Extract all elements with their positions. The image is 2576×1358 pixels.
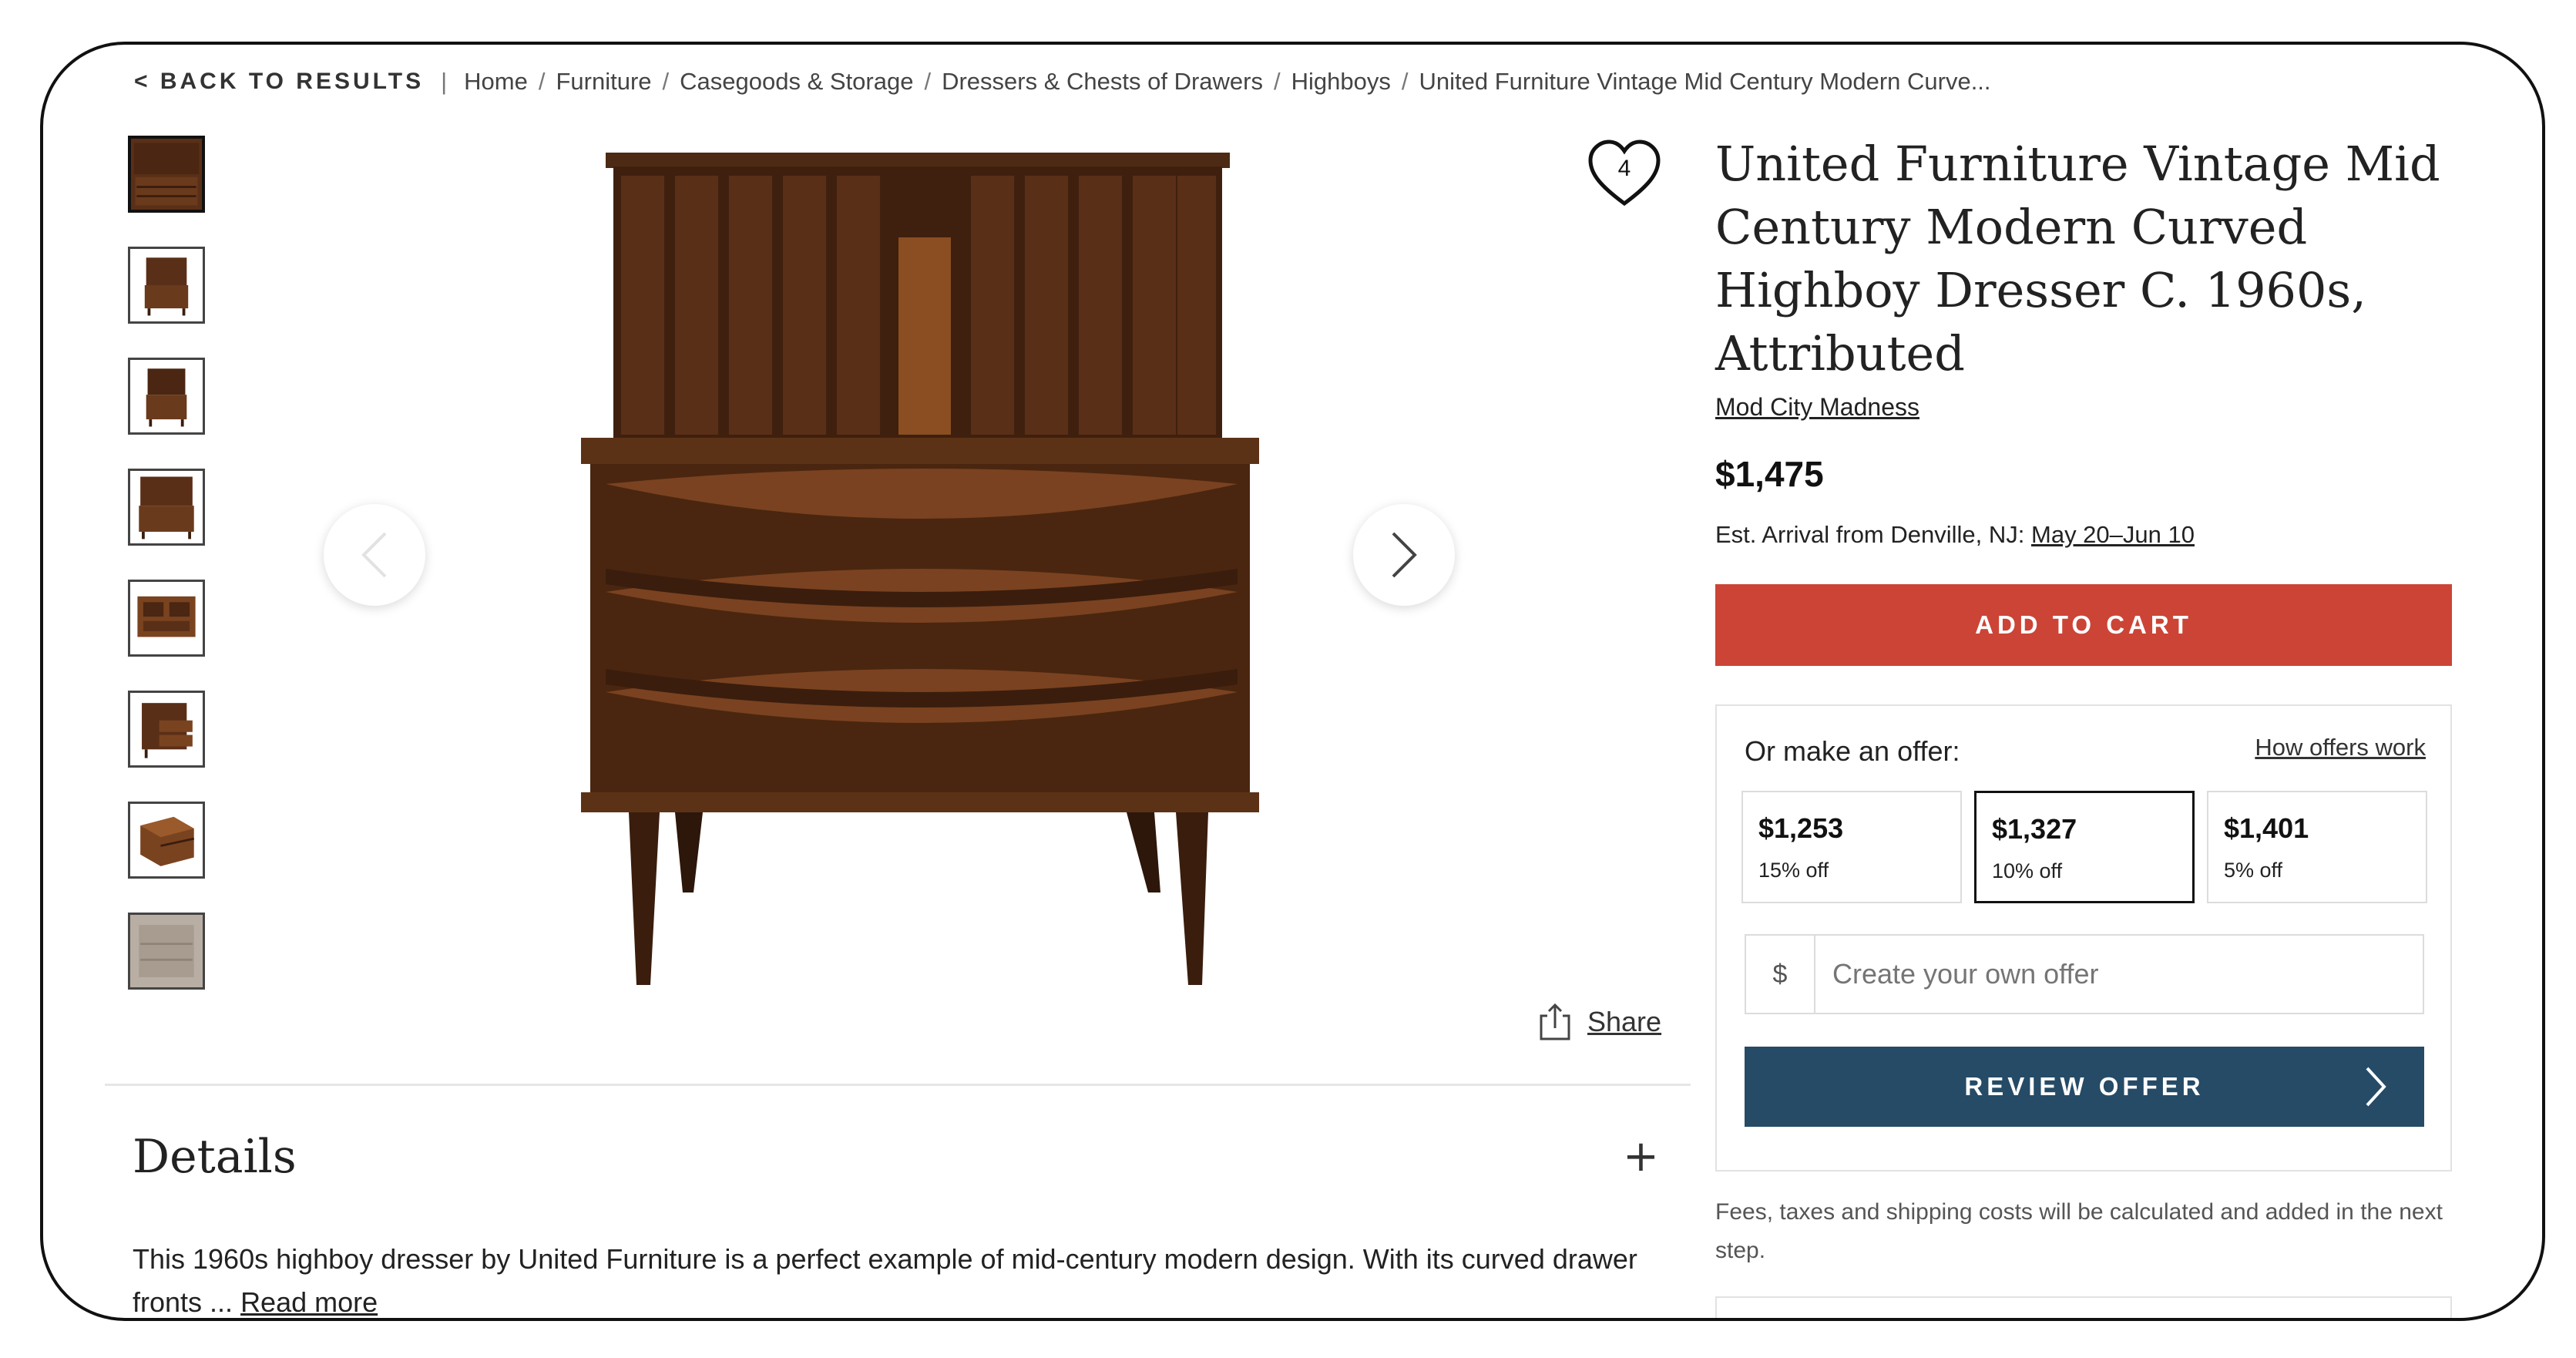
breadcrumb-casegoods[interactable]: Casegoods & Storage [680, 68, 913, 96]
review-offer-label: REVIEW OFFER [1964, 1072, 2205, 1101]
thumbnail-2[interactable] [128, 247, 205, 324]
share-label: Share [1587, 1006, 1662, 1037]
offer-amount: $1,401 [2224, 812, 2309, 844]
chevron-right-icon [2366, 1067, 2386, 1107]
chevron-right-icon [1392, 532, 1417, 578]
breadcrumb-separator: / [662, 68, 670, 95]
thumbnail-6[interactable] [128, 691, 205, 768]
favorites-count: 4 [1617, 156, 1631, 181]
offer-panel: Or make an offer: How offers work $1,253… [1715, 704, 2452, 1171]
breadcrumb-separator: / [924, 68, 932, 95]
additional-info-card [1715, 1296, 2452, 1318]
read-more-link[interactable]: Read more [240, 1286, 378, 1318]
share-button[interactable]: Share [1538, 1002, 1661, 1042]
thumbnail-8[interactable] [128, 913, 205, 990]
thumbnail-1[interactable] [128, 136, 205, 213]
offer-option-2[interactable]: $1,327 10% off [1974, 791, 2195, 903]
back-to-results-link[interactable]: < BACK TO RESULTS [134, 69, 424, 95]
dresser-thumbnail-image [137, 596, 196, 637]
breadcrumb-furniture[interactable]: Furniture [556, 68, 651, 96]
offer-option-3[interactable]: $1,401 5% off [2207, 791, 2427, 903]
dresser-thumbnail-image [130, 915, 203, 987]
main-product-image [581, 153, 1259, 985]
offer-option-1[interactable]: $1,253 15% off [1741, 791, 1962, 903]
favorite-button[interactable]: 4 [1586, 136, 1663, 213]
estimated-arrival: Est. Arrival from Denville, NJ: May 20–J… [1715, 521, 2195, 549]
seller-link[interactable]: Mod City Madness [1715, 393, 1919, 422]
arrival-prefix: Est. Arrival from Denville, NJ: [1715, 521, 2025, 548]
thumbnail-4[interactable] [128, 469, 205, 546]
thumbnail-3[interactable] [128, 358, 205, 435]
arrival-dates-link[interactable]: May 20–Jun 10 [2031, 521, 2195, 548]
offer-amount: $1,327 [1992, 813, 2077, 845]
offer-amount: $1,253 [1758, 812, 1844, 844]
breadcrumb-separator: / [1401, 68, 1409, 95]
breadcrumb-current-item: United Furniture Vintage Mid Century Mod… [1419, 68, 1991, 95]
currency-symbol: $ [1746, 936, 1815, 1013]
custom-offer-field: $ [1745, 934, 2424, 1014]
breadcrumb-separator: / [538, 68, 546, 95]
share-icon [1540, 1003, 1570, 1040]
next-image-button[interactable] [1353, 504, 1455, 606]
custom-offer-input[interactable] [1815, 936, 2416, 1013]
chevron-left-icon [361, 532, 387, 578]
details-description: This 1960s highboy dresser by United Fur… [133, 1238, 1674, 1318]
section-divider [105, 1084, 1691, 1086]
breadcrumb-highboys[interactable]: Highboys [1291, 68, 1391, 96]
offer-label: Or make an offer: [1745, 735, 1960, 767]
dresser-thumbnail-image [144, 257, 189, 316]
dresser-thumbnail-image [146, 368, 187, 427]
breadcrumb-divider: | [441, 68, 448, 95]
product-title: United Furniture Vintage Mid Century Mod… [1715, 136, 2440, 382]
previous-image-button[interactable] [324, 504, 425, 606]
offer-discount: 10% off [1992, 859, 2063, 882]
dresser-thumbnail-image [139, 476, 194, 540]
details-heading[interactable]: Details [133, 1130, 297, 1184]
dresser-thumbnail-image [142, 703, 193, 758]
breadcrumb-home[interactable]: Home [464, 68, 528, 96]
add-to-cart-button[interactable]: ADD TO CART [1715, 584, 2452, 666]
dresser-thumbnail-image [131, 139, 202, 210]
expand-plus-icon[interactable]: + [1623, 1131, 1659, 1182]
breadcrumb-separator: / [1273, 68, 1281, 95]
offer-discount: 15% off [1758, 859, 1829, 882]
breadcrumb: < BACK TO RESULTS | Home / Furniture / C… [134, 66, 1991, 97]
dresser-thumbnail-image [140, 816, 195, 866]
thumbnail-7[interactable] [128, 802, 205, 879]
product-price: $1,475 [1715, 454, 1824, 494]
browser-frame: < BACK TO RESULTS | Home / Furniture / C… [40, 42, 2545, 1321]
offer-discount: 5% off [2224, 859, 2283, 882]
thumbnail-5[interactable] [128, 580, 205, 657]
fees-note: Fees, taxes and shipping costs will be c… [1715, 1199, 2443, 1263]
breadcrumb-dressers[interactable]: Dressers & Chests of Drawers [942, 68, 1263, 96]
how-offers-work-link[interactable]: How offers work [2255, 734, 2426, 761]
review-offer-button[interactable]: REVIEW OFFER [1745, 1047, 2424, 1127]
